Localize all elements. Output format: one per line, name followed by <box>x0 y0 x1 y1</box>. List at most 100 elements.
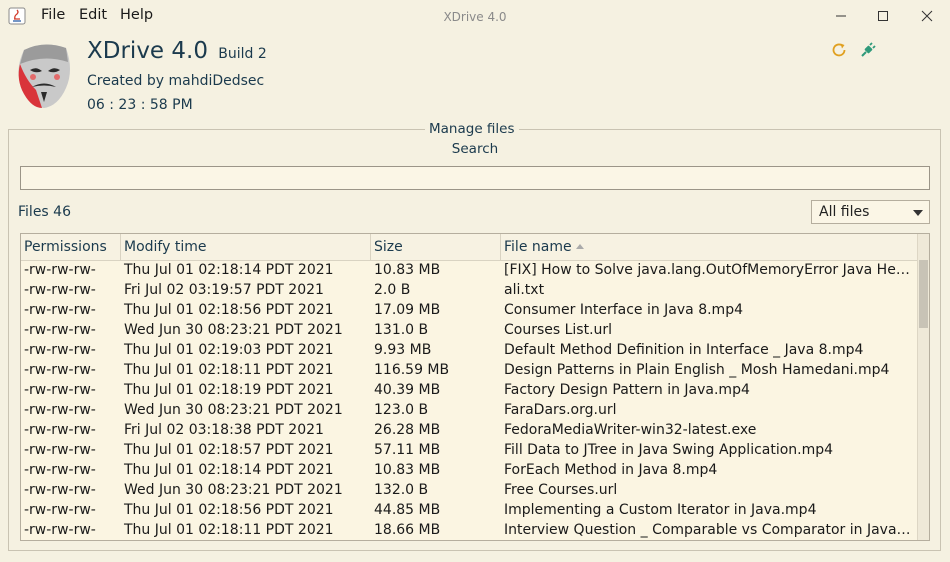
column-header-file-name[interactable]: File name <box>501 234 919 260</box>
cell-modify-time: Thu Jul 01 02:18:57 PDT 2021 <box>124 442 334 458</box>
cell-permissions: -rw-rw-rw- <box>24 382 96 398</box>
cell-permissions: -rw-rw-rw- <box>24 322 96 338</box>
table-row[interactable]: -rw-rw-rw- Thu Jul 01 02:18:14 PDT 2021 10… <box>21 260 919 280</box>
cell-file-name: ali.txt <box>504 282 545 298</box>
search-input[interactable] <box>20 166 930 190</box>
cell-file-name: Factory Design Pattern in Java.mp4 <box>504 382 750 398</box>
cell-size: 10.83 MB <box>374 462 441 478</box>
cell-permissions: -rw-rw-rw- <box>24 422 96 438</box>
table-row[interactable]: -rw-rw-rw- Thu Jul 01 02:18:56 PDT 2021 44… <box>21 500 919 520</box>
maximize-icon <box>878 11 888 21</box>
cell-modify-time: Thu Jul 01 02:18:11 PDT 2021 <box>124 362 334 378</box>
cell-file-name: Fill Data to JTree in Java Swing Applica… <box>504 442 834 458</box>
cell-file-name: Implementing a Custom Iterator in Java.m… <box>504 502 817 518</box>
cell-modify-time: Fri Jul 02 03:18:38 PDT 2021 <box>124 422 324 438</box>
build-label: Build 2 <box>218 46 267 62</box>
cell-size: 2.0 B <box>374 282 411 298</box>
cell-permissions: -rw-rw-rw- <box>24 502 96 518</box>
chevron-down-icon <box>913 210 923 216</box>
cell-size: 116.59 MB <box>374 362 450 378</box>
cell-size: 10.83 MB <box>374 262 441 278</box>
cell-modify-time: Fri Jul 02 03:19:57 PDT 2021 <box>124 282 324 298</box>
cell-file-name: Consumer Interface in Java 8.mp4 <box>504 302 743 318</box>
cell-file-name: Design Patterns in Plain English _ Mosh … <box>504 362 890 378</box>
table-row[interactable]: -rw-rw-rw- Wed Jun 30 08:23:21 PDT 2021 13… <box>21 320 919 340</box>
window-title: XDrive 4.0 <box>443 10 507 24</box>
author-label: Created by mahdiDedsec <box>87 73 265 89</box>
app-name: XDrive 4.0 <box>87 38 208 64</box>
app-logo-mask <box>18 44 71 108</box>
cell-size: 9.93 MB <box>374 342 432 358</box>
cell-file-name: ForEach Method in Java 8.mp4 <box>504 462 718 478</box>
table-header: Permissions Modify time Size File name <box>21 234 919 261</box>
close-icon <box>921 10 933 22</box>
column-header-permissions[interactable]: Permissions <box>21 234 121 260</box>
title-bar: File Edit Help XDrive 4.0 <box>0 0 950 32</box>
cell-modify-time: Thu Jul 01 02:18:56 PDT 2021 <box>124 502 334 518</box>
cell-file-name: Free Courses.url <box>504 482 618 498</box>
cell-permissions: -rw-rw-rw- <box>24 362 96 378</box>
cell-modify-time: Wed Jun 30 08:23:21 PDT 2021 <box>124 322 343 338</box>
vertical-scrollbar[interactable] <box>917 234 929 540</box>
connect-plug-icon[interactable] <box>859 41 877 59</box>
cell-modify-time: Thu Jul 01 02:18:56 PDT 2021 <box>124 302 334 318</box>
file-filter-dropdown[interactable]: All files <box>811 200 930 224</box>
cell-modify-time: Thu Jul 01 02:18:19 PDT 2021 <box>124 382 334 398</box>
cell-file-name: Default Method Definition in Interface _… <box>504 342 864 358</box>
minimize-button[interactable] <box>818 0 864 32</box>
files-table[interactable]: Permissions Modify time Size File name -… <box>20 233 930 541</box>
scrollbar-thumb[interactable] <box>919 260 928 328</box>
cell-size: 18.66 MB <box>374 522 441 538</box>
table-row[interactable]: -rw-rw-rw- Fri Jul 02 03:18:38 PDT 2021 26… <box>21 420 919 440</box>
cell-file-name: FedoraMediaWriter-win32-latest.exe <box>504 422 757 438</box>
cell-size: 17.09 MB <box>374 302 441 318</box>
cell-file-name: Interview Question _ Comparable vs Compa… <box>504 522 913 538</box>
filter-selected-value: All files <box>819 204 870 220</box>
app-title: XDrive 4.0 Build 2 <box>87 38 267 64</box>
cell-size: 132.0 B <box>374 482 429 498</box>
cell-size: 57.11 MB <box>374 442 441 458</box>
table-row[interactable]: -rw-rw-rw- Thu Jul 01 02:18:14 PDT 2021 10… <box>21 460 919 480</box>
cell-permissions: -rw-rw-rw- <box>24 282 96 298</box>
files-count-label: Files 46 <box>18 204 71 220</box>
cell-size: 44.85 MB <box>374 502 441 518</box>
column-header-modify-time[interactable]: Modify time <box>121 234 371 260</box>
cell-permissions: -rw-rw-rw- <box>24 522 96 538</box>
table-row[interactable]: -rw-rw-rw- Thu Jul 01 02:18:11 PDT 2021 18… <box>21 520 919 540</box>
cell-modify-time: Wed Jun 30 08:23:21 PDT 2021 <box>124 402 343 418</box>
cell-permissions: -rw-rw-rw- <box>24 262 96 278</box>
cell-size: 26.28 MB <box>374 422 441 438</box>
table-body: -rw-rw-rw- Thu Jul 01 02:18:14 PDT 2021 10… <box>21 260 919 540</box>
clock-label: 06 : 23 : 58 PM <box>87 97 193 113</box>
cell-permissions: -rw-rw-rw- <box>24 302 96 318</box>
cell-permissions: -rw-rw-rw- <box>24 402 96 418</box>
sort-ascending-icon <box>575 244 584 249</box>
refresh-icon[interactable] <box>830 41 848 59</box>
table-row[interactable]: -rw-rw-rw- Thu Jul 01 02:18:19 PDT 2021 40… <box>21 380 919 400</box>
cell-size: 123.0 B <box>374 402 429 418</box>
manage-files-title: Manage files <box>425 121 519 137</box>
cell-file-name: [FIX] How to Solve java.lang.OutOfMemory… <box>504 262 913 278</box>
cell-permissions: -rw-rw-rw- <box>24 462 96 478</box>
cell-size: 40.39 MB <box>374 382 441 398</box>
table-row[interactable]: -rw-rw-rw- Wed Jun 30 08:23:21 PDT 2021 12… <box>21 400 919 420</box>
maximize-button[interactable] <box>860 0 906 32</box>
cell-permissions: -rw-rw-rw- <box>24 342 96 358</box>
cell-permissions: -rw-rw-rw- <box>24 442 96 458</box>
cell-size: 131.0 B <box>374 322 429 338</box>
cell-modify-time: Thu Jul 01 02:18:11 PDT 2021 <box>124 522 334 538</box>
table-row[interactable]: -rw-rw-rw- Wed Jun 30 08:23:21 PDT 2021 13… <box>21 480 919 500</box>
table-row[interactable]: -rw-rw-rw- Thu Jul 01 02:19:03 PDT 2021 9.… <box>21 340 919 360</box>
close-button[interactable] <box>904 0 950 32</box>
cell-modify-time: Thu Jul 01 02:18:14 PDT 2021 <box>124 462 334 478</box>
cell-permissions: -rw-rw-rw- <box>24 482 96 498</box>
table-row[interactable]: -rw-rw-rw- Thu Jul 01 02:18:11 PDT 2021 11… <box>21 360 919 380</box>
table-row[interactable]: -rw-rw-rw- Fri Jul 02 03:19:57 PDT 2021 2.… <box>21 280 919 300</box>
search-label: Search <box>451 141 499 157</box>
cell-modify-time: Wed Jun 30 08:23:21 PDT 2021 <box>124 482 343 498</box>
column-header-size[interactable]: Size <box>371 234 501 260</box>
minimize-icon <box>836 15 846 17</box>
table-row[interactable]: -rw-rw-rw- Thu Jul 01 02:18:56 PDT 2021 17… <box>21 300 919 320</box>
table-row[interactable]: -rw-rw-rw- Thu Jul 01 02:18:57 PDT 2021 57… <box>21 440 919 460</box>
cell-modify-time: Thu Jul 01 02:18:14 PDT 2021 <box>124 262 334 278</box>
